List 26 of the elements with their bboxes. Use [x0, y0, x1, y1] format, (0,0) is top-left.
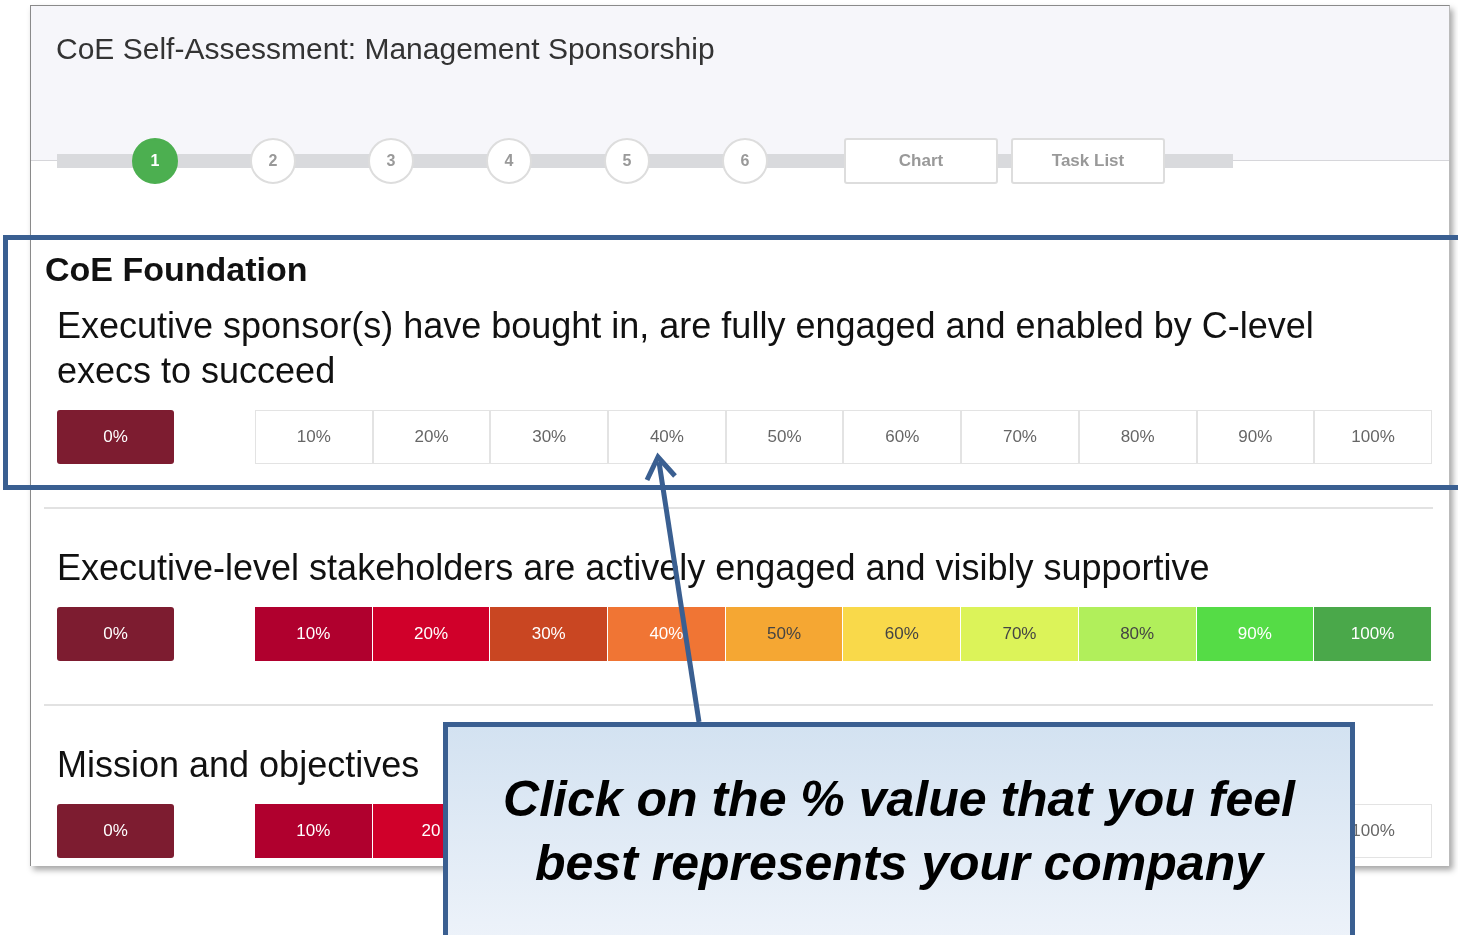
- percent-option[interactable]: 10%: [255, 410, 373, 464]
- page-title: CoE Self-Assessment: Management Sponsorship: [56, 32, 715, 66]
- percent-option[interactable]: 90%: [1196, 410, 1315, 464]
- percent-option[interactable]: 70%: [961, 607, 1079, 661]
- percent-option[interactable]: 70%: [961, 410, 1079, 464]
- percent-option[interactable]: 80%: [1078, 607, 1197, 661]
- percent-option[interactable]: 30%: [490, 607, 609, 661]
- percent-option[interactable]: 100%: [1314, 410, 1432, 464]
- percent-option[interactable]: 20%: [372, 410, 491, 464]
- percent-option[interactable]: 10%: [255, 607, 373, 661]
- percent-option[interactable]: 60%: [843, 410, 962, 464]
- percent-option[interactable]: 0%: [57, 804, 174, 858]
- callout-text: Click on the % value that you feel best represents your company: [502, 770, 1297, 893]
- percent-option[interactable]: 30%: [490, 410, 609, 464]
- percent-option[interactable]: 50%: [725, 410, 844, 464]
- question-text: Mission and objectives: [57, 743, 420, 787]
- percent-option[interactable]: 40%: [608, 410, 726, 464]
- percent-option[interactable]: 0%: [57, 607, 174, 661]
- percent-option[interactable]: 50%: [725, 607, 844, 661]
- percent-option[interactable]: 10%: [255, 804, 373, 858]
- percent-option[interactable]: 60%: [843, 607, 962, 661]
- section-heading: CoE Foundation: [45, 250, 308, 289]
- question-text: Executive sponsor(s) have bought in, are fully engaged and enabled by C-level execs to succeed: [57, 304, 1315, 393]
- percent-option[interactable]: 80%: [1078, 410, 1197, 464]
- percent-option[interactable]: 20%: [372, 607, 491, 661]
- percent-option[interactable]: 0%: [57, 410, 174, 464]
